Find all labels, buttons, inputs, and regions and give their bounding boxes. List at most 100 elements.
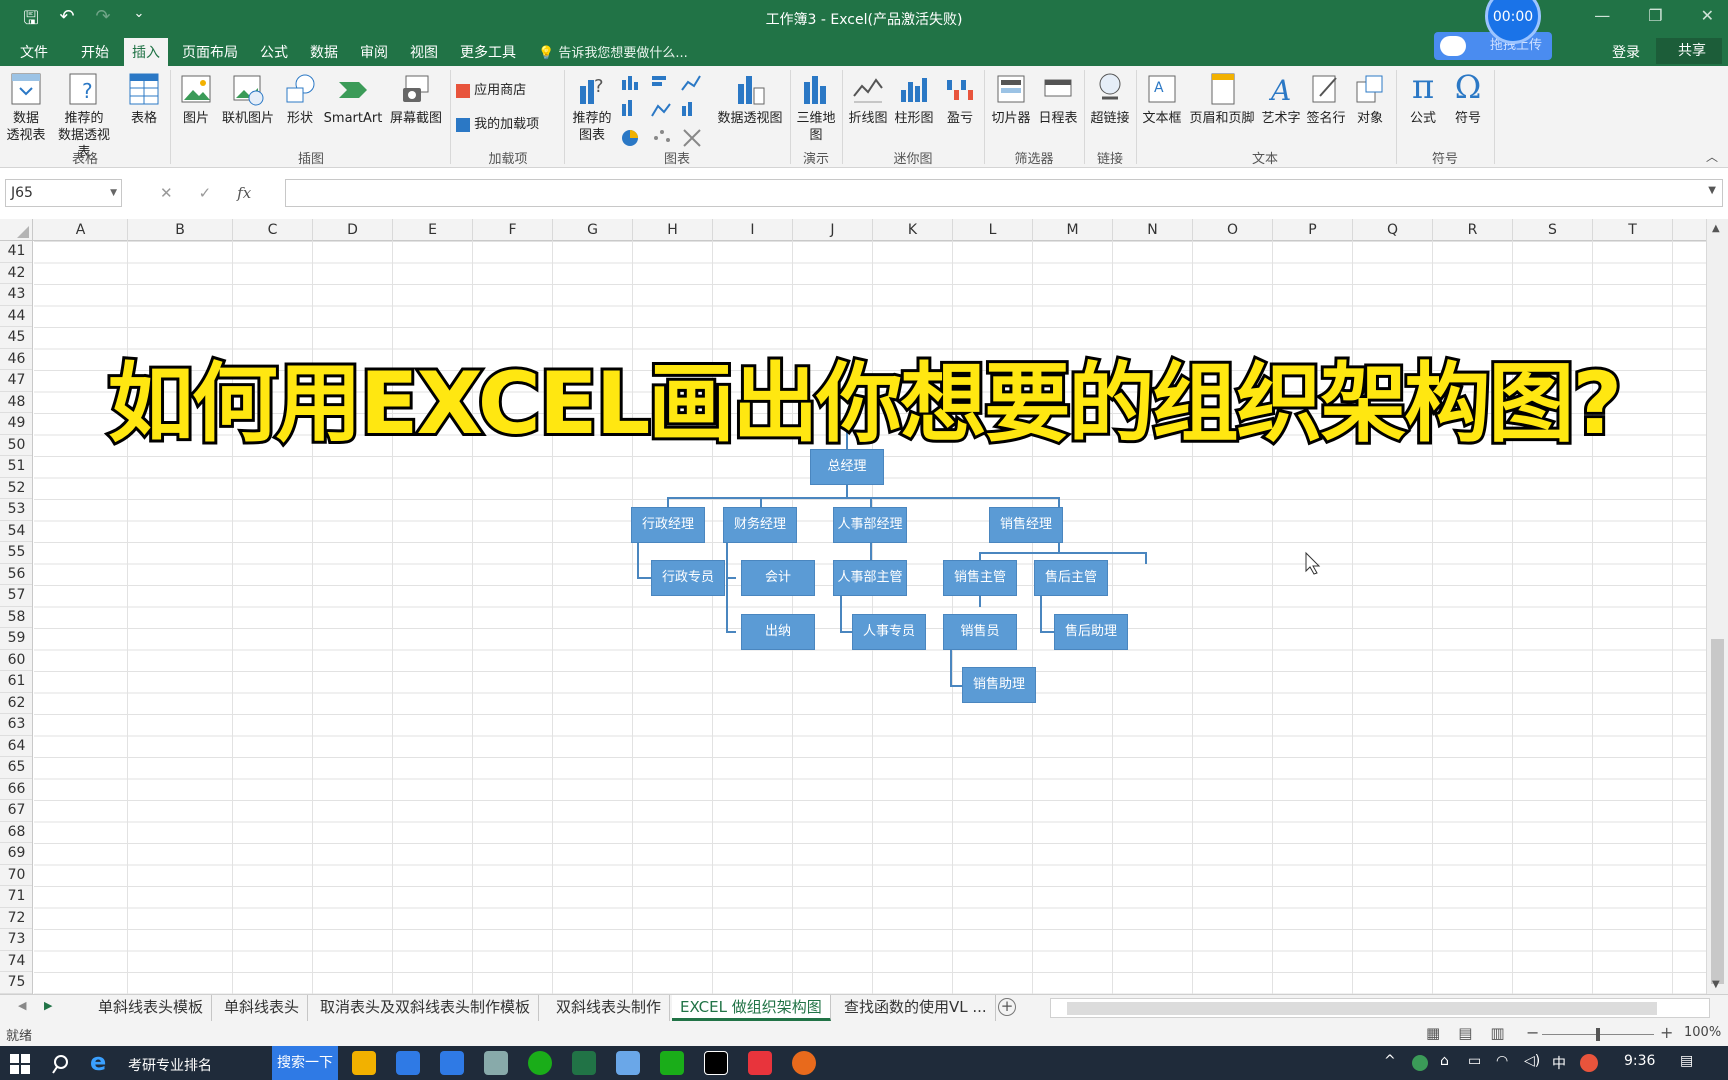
zoom-out-button[interactable]: − (1526, 1023, 1539, 1042)
normal-view-icon[interactable]: ▦ (1426, 1024, 1440, 1042)
column-header[interactable]: S (1513, 219, 1593, 241)
org-node-finance-manager[interactable]: 财务经理 (723, 507, 797, 543)
sheet-tab[interactable]: EXCEL 做组织架构图 (672, 995, 831, 1021)
row-header[interactable]: 69 (0, 843, 32, 865)
row-header[interactable]: 41 (0, 241, 32, 263)
horizontal-scroll-thumb[interactable] (1067, 1002, 1657, 1015)
tab-formulas[interactable]: 公式 (260, 42, 288, 62)
expand-formula-icon[interactable]: ▼ (1708, 185, 1716, 196)
org-node-aftersales-supervisor[interactable]: 售后主管 (1034, 560, 1108, 596)
picture-button[interactable]: 图片 (176, 72, 216, 127)
row-header[interactable]: 74 (0, 951, 32, 972)
tray-network-icon[interactable]: ⌂ (1440, 1053, 1449, 1069)
row-header[interactable]: 66 (0, 779, 32, 800)
column-header[interactable]: I (713, 219, 793, 241)
object-button[interactable]: 对象 (1350, 72, 1390, 127)
minimize-icon[interactable]: — (1594, 6, 1610, 25)
browser-tab-label[interactable]: 考研专业排名 (128, 1055, 212, 1075)
row-header[interactable]: 75 (0, 972, 32, 994)
row-header[interactable]: 52 (0, 478, 32, 499)
org-node-sales-assistant[interactable]: 销售助理 (962, 667, 1036, 703)
column-header[interactable]: E (393, 219, 473, 241)
clock-app-icon[interactable] (440, 1051, 464, 1075)
tab-data[interactable]: 数据 (310, 42, 338, 62)
smartart-button[interactable]: SmartArt (322, 72, 384, 127)
sheet-next-icon[interactable]: ▶ (44, 999, 52, 1012)
zoom-in-button[interactable]: + (1660, 1023, 1673, 1042)
column-header[interactable]: G (553, 219, 633, 241)
restore-icon[interactable]: ❐ (1648, 6, 1662, 25)
pivot-table-button[interactable]: 数据 透视表 (4, 72, 48, 144)
tab-page-layout[interactable]: 页面布局 (182, 42, 238, 62)
insert-function-icon[interactable]: fx (237, 184, 251, 202)
row-header[interactable]: 71 (0, 886, 32, 908)
wps-icon[interactable] (748, 1051, 772, 1075)
row-header[interactable]: 63 (0, 714, 32, 736)
tray-app-icon[interactable] (1412, 1055, 1428, 1071)
wifi-icon[interactable]: ◠ (1496, 1053, 1508, 1069)
capcut-icon[interactable] (704, 1051, 728, 1075)
sheet-tab[interactable]: 查找函数的使用VL ... (836, 995, 996, 1021)
zoom-level[interactable]: 100% (1684, 1025, 1721, 1040)
my-addins-button[interactable]: 我的加载项 (456, 116, 560, 133)
row-header[interactable]: 55 (0, 542, 32, 564)
org-node-hr-supervisor[interactable]: 人事部主管 (833, 560, 907, 596)
row-header[interactable]: 44 (0, 306, 32, 327)
tray-expand-icon[interactable]: ^ (1384, 1053, 1396, 1069)
excel-app-icon[interactable] (572, 1051, 596, 1075)
org-node-hr-manager[interactable]: 人事部经理 (833, 507, 907, 543)
row-header[interactable]: 53 (0, 499, 32, 521)
search-go-button[interactable]: 搜索一下 (272, 1046, 338, 1080)
tab-more-tools[interactable]: 更多工具 (460, 42, 516, 62)
shapes-button[interactable]: 形状 (282, 72, 318, 127)
timeline-button[interactable]: 日程表 (1036, 72, 1080, 127)
column-header[interactable]: P (1273, 219, 1353, 241)
column-header[interactable]: N (1113, 219, 1193, 241)
column-header[interactable]: C (233, 219, 313, 241)
row-header[interactable]: 65 (0, 757, 32, 779)
row-header[interactable]: 42 (0, 263, 32, 284)
page-break-view-icon[interactable]: ▥ (1490, 1024, 1504, 1042)
notification-icon[interactable]: ▤ (1680, 1053, 1693, 1069)
sparkline-column-button[interactable]: 柱形图 (892, 72, 936, 127)
org-node-sales-manager[interactable]: 销售经理 (989, 507, 1063, 543)
search-icon[interactable] (52, 1054, 72, 1074)
org-node-accountant[interactable]: 会计 (741, 560, 815, 596)
org-node-sales-supervisor[interactable]: 销售主管 (943, 560, 1017, 596)
cancel-icon[interactable]: ✕ (160, 184, 173, 202)
header-footer-button[interactable]: 页眉和页脚 (1186, 72, 1258, 127)
zoom-slider-thumb[interactable] (1596, 1028, 1600, 1041)
sheet-prev-icon[interactable]: ◀ (18, 999, 26, 1012)
sparkline-winloss-button[interactable]: 盈亏 (940, 72, 980, 127)
add-sheet-button[interactable]: + (998, 998, 1016, 1016)
ie-browser-icon[interactable]: e (90, 1050, 114, 1075)
column-header[interactable]: K (873, 219, 953, 241)
table-button[interactable]: 表格 (122, 72, 166, 127)
online-picture-button[interactable]: 联机图片 (218, 72, 278, 127)
org-node-hr-staff[interactable]: 人事专员 (852, 614, 926, 650)
name-box[interactable]: J65 ▼ (5, 179, 122, 207)
textbox-button[interactable]: A 文本框 (1140, 72, 1184, 127)
row-header[interactable]: 62 (0, 693, 32, 714)
select-all-corner[interactable] (0, 219, 33, 241)
org-node-salesperson[interactable]: 销售员 (943, 614, 1017, 650)
clock-time[interactable]: 9:36 (1624, 1053, 1655, 1069)
org-node-aftersales-assistant[interactable]: 售后助理 (1054, 614, 1128, 650)
row-header[interactable]: 54 (0, 521, 32, 542)
sheet-tab[interactable]: 单斜线表头模板 (90, 995, 213, 1021)
tab-insert[interactable]: 插入 (124, 38, 168, 66)
tab-review[interactable]: 审阅 (360, 42, 388, 62)
volume-icon[interactable]: ◁) (1524, 1053, 1540, 1069)
close-icon[interactable]: ✕ (1701, 6, 1714, 25)
map3d-button[interactable]: 三维地 图 (794, 72, 838, 144)
row-header[interactable]: 64 (0, 736, 32, 757)
store-button[interactable]: 应用商店 (456, 82, 556, 99)
tab-file[interactable]: 文件 (20, 42, 48, 62)
battery-icon[interactable]: ▭ (1468, 1053, 1481, 1069)
row-header[interactable]: 68 (0, 822, 32, 843)
row-header[interactable]: 59 (0, 628, 32, 650)
column-header[interactable]: F (473, 219, 553, 241)
sparkline-line-button[interactable]: 折线图 (846, 72, 890, 127)
sheet-tab[interactable]: 双斜线表头制作 (548, 995, 671, 1021)
file-explorer-icon[interactable] (352, 1051, 376, 1075)
